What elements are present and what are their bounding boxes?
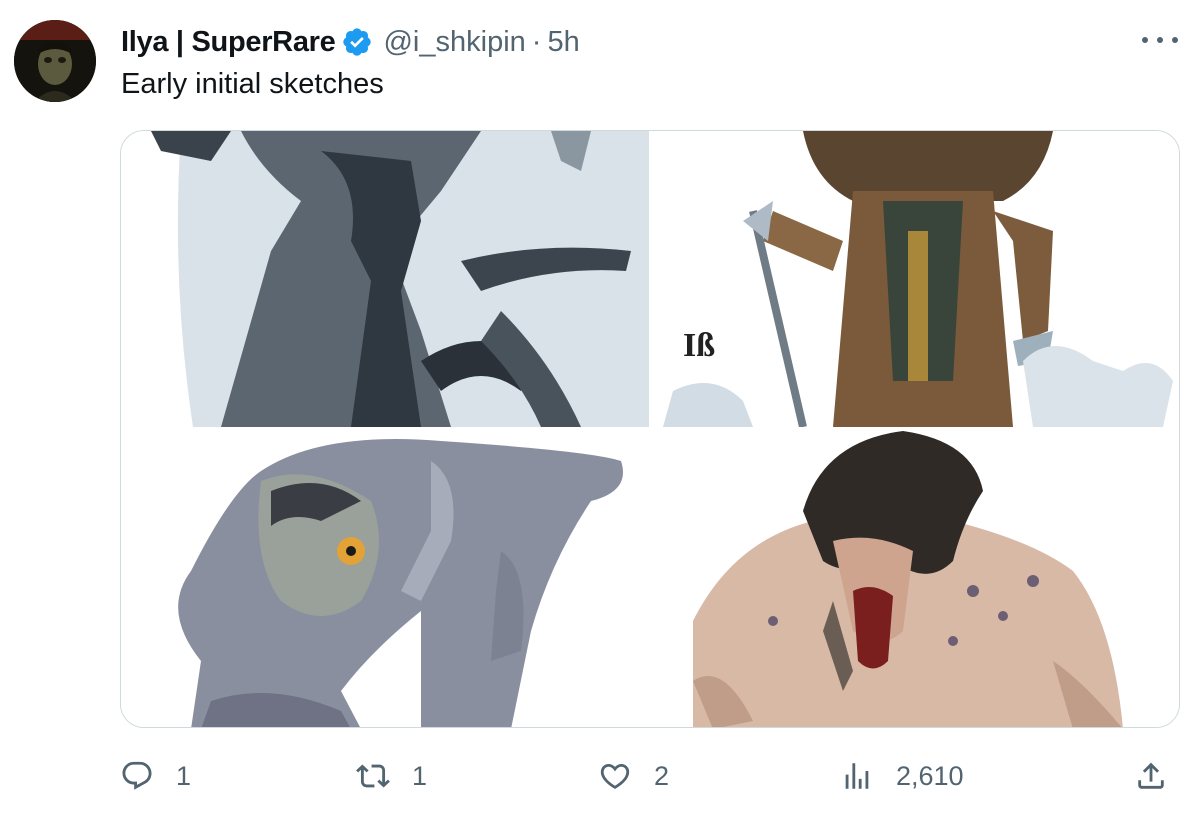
views-chart-icon — [845, 763, 869, 789]
reply-button[interactable]: 1 — [120, 756, 191, 796]
svg-text:Iß: Iß — [683, 327, 715, 364]
like-count: 2 — [654, 760, 670, 791]
more-options-icon[interactable] — [1142, 26, 1178, 54]
views-count: 2,610 — [896, 760, 964, 791]
timestamp[interactable]: 5h — [547, 26, 579, 59]
author-handle[interactable]: @i_shkipin — [383, 26, 525, 59]
armored-warrior-sketch — [121, 131, 649, 427]
heart-icon — [600, 763, 630, 789]
reply-icon — [122, 761, 152, 790]
hairy-beast-sketch — [653, 431, 1179, 727]
barbarian-with-wolves-sketch: Iß — [653, 131, 1179, 427]
tweet-text: Early initial sketches — [121, 68, 384, 100]
views-button[interactable]: 2,610 — [840, 756, 964, 796]
share-icon — [1138, 762, 1164, 789]
crouching-goblin-creature-sketch — [121, 431, 649, 727]
avatar[interactable] — [14, 20, 96, 102]
avatar-photo — [14, 20, 96, 102]
separator-dot: · — [531, 25, 542, 58]
verified-badge-icon[interactable] — [341, 26, 373, 58]
media-grid: Iß — [120, 130, 1180, 728]
media-image-1[interactable] — [121, 131, 649, 427]
media-image-3[interactable] — [121, 431, 649, 727]
author-name[interactable]: Ilya | SuperRare — [121, 26, 336, 59]
media-image-4[interactable] — [653, 431, 1179, 727]
retweet-icon — [356, 764, 390, 788]
retweet-count: 1 — [412, 760, 428, 791]
tweet-action-bar: 1 1 2 2,610 — [0, 748, 1200, 804]
tweet-header: Ilya | SuperRare @i_shkipin · 5h — [121, 22, 580, 62]
media-image-2[interactable]: Iß — [653, 131, 1179, 427]
retweet-button[interactable]: 1 — [356, 756, 427, 796]
reply-count: 1 — [176, 760, 192, 791]
share-button[interactable] — [1134, 756, 1168, 796]
like-button[interactable]: 2 — [598, 756, 669, 796]
